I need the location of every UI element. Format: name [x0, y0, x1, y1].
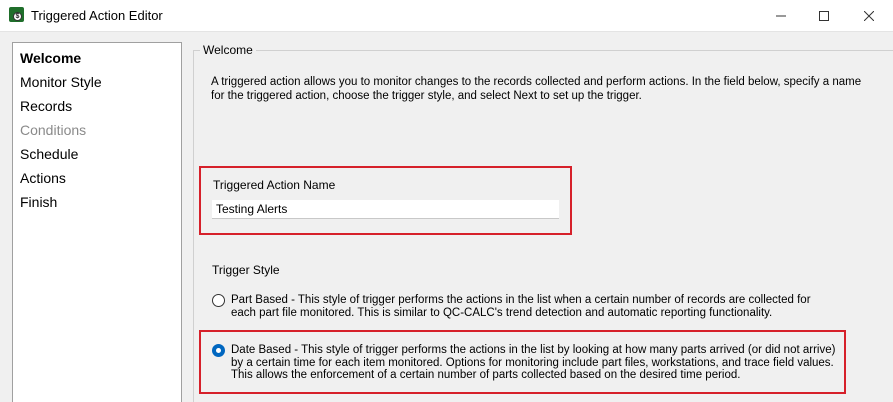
nav-item-monitor-style[interactable]: Monitor Style — [20, 74, 102, 90]
close-icon — [863, 10, 874, 21]
trigger-style-label: Trigger Style — [212, 263, 280, 277]
date-based-description[interactable]: Date Based - This style of trigger perfo… — [231, 344, 836, 382]
minimize-icon — [775, 15, 786, 16]
triggered-action-name-input[interactable] — [212, 200, 559, 219]
window-title: Triggered Action Editor — [31, 8, 163, 23]
part-based-radio[interactable] — [212, 294, 225, 307]
nav-item-finish[interactable]: Finish — [20, 194, 57, 210]
nav-item-records[interactable]: Records — [20, 98, 72, 114]
part-based-description[interactable]: Part Based - This style of trigger perfo… — [231, 294, 836, 319]
nav-item-welcome[interactable]: Welcome — [20, 50, 81, 66]
close-button[interactable] — [846, 0, 891, 31]
nav-item-actions[interactable]: Actions — [20, 170, 66, 186]
nav-item-schedule[interactable]: Schedule — [20, 146, 78, 162]
app-icon-glyph: $ — [13, 12, 22, 21]
name-field-label: Triggered Action Name — [213, 178, 336, 192]
nav-item-conditions[interactable]: Conditions — [20, 122, 86, 138]
group-title: Welcome — [200, 43, 256, 57]
date-based-radio[interactable] — [212, 344, 225, 357]
minimize-button[interactable] — [758, 0, 803, 31]
intro-text: A triggered action allows you to monitor… — [211, 76, 862, 102]
maximize-button[interactable] — [801, 0, 846, 31]
maximize-icon — [818, 10, 829, 21]
app-icon: $ — [9, 7, 24, 22]
wizard-steps-list: Welcome Monitor Style Records Conditions… — [12, 42, 182, 402]
title-bar: $ Triggered Action Editor — [0, 0, 893, 32]
